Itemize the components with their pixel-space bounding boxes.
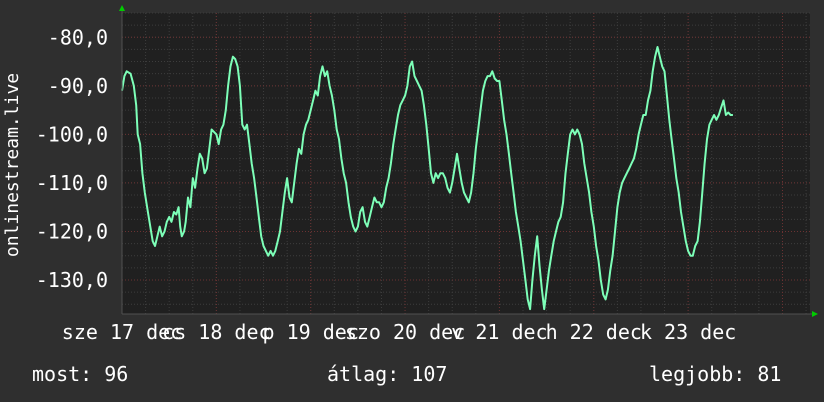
stat-current: most: 96	[32, 362, 128, 386]
x-axis-arrow-icon	[812, 311, 818, 317]
y-tick-label: -110,0	[36, 171, 108, 195]
stat-best-value: 81	[757, 362, 782, 386]
x-tick-label: k 23 dec	[640, 320, 736, 344]
x-tick-label: szo 20 dec	[345, 320, 465, 344]
y-tick-label: -80,0	[48, 25, 108, 49]
y-tick-label: -130,0	[36, 268, 108, 292]
x-tick-label: h 22 dec	[546, 320, 642, 344]
graph-page: -80,0 -90,0 -100,0 -110,0 -120,0 -130,0 sze 1…	[0, 0, 824, 402]
x-tick-label: cs 18 dec	[162, 320, 270, 344]
stat-average: átlag: 107	[327, 362, 447, 386]
signal-line-chart: -80,0 -90,0 -100,0 -110,0 -120,0 -130,0 sze 1…	[2, 5, 818, 344]
y-tick-label: -90,0	[48, 74, 108, 98]
stat-current-label: most:	[32, 362, 93, 386]
y-axis-arrow-icon	[119, 5, 125, 11]
stat-best-label: legjobb:	[649, 362, 746, 386]
y-tick-labels: -80,0 -90,0 -100,0 -110,0 -120,0 -130,0	[36, 25, 108, 292]
x-tick-labels: sze 17 deccs 18 decp 19 decszo 20 decv 2…	[62, 320, 737, 344]
y-axis-label: onlinestream.live	[2, 73, 23, 257]
plot-canvas	[122, 13, 810, 314]
stat-average-label: átlag:	[327, 362, 400, 386]
stat-average-value: 107	[411, 362, 448, 386]
y-tick-label: -120,0	[36, 219, 108, 243]
stat-current-value: 96	[104, 362, 129, 386]
y-tick-label: -100,0	[36, 122, 108, 146]
x-tick-label: v 21 dec	[451, 320, 547, 344]
stats-bar: most: 96 átlag: 107 legjobb: 81	[0, 362, 824, 388]
stat-best: legjobb: 81	[649, 362, 781, 386]
